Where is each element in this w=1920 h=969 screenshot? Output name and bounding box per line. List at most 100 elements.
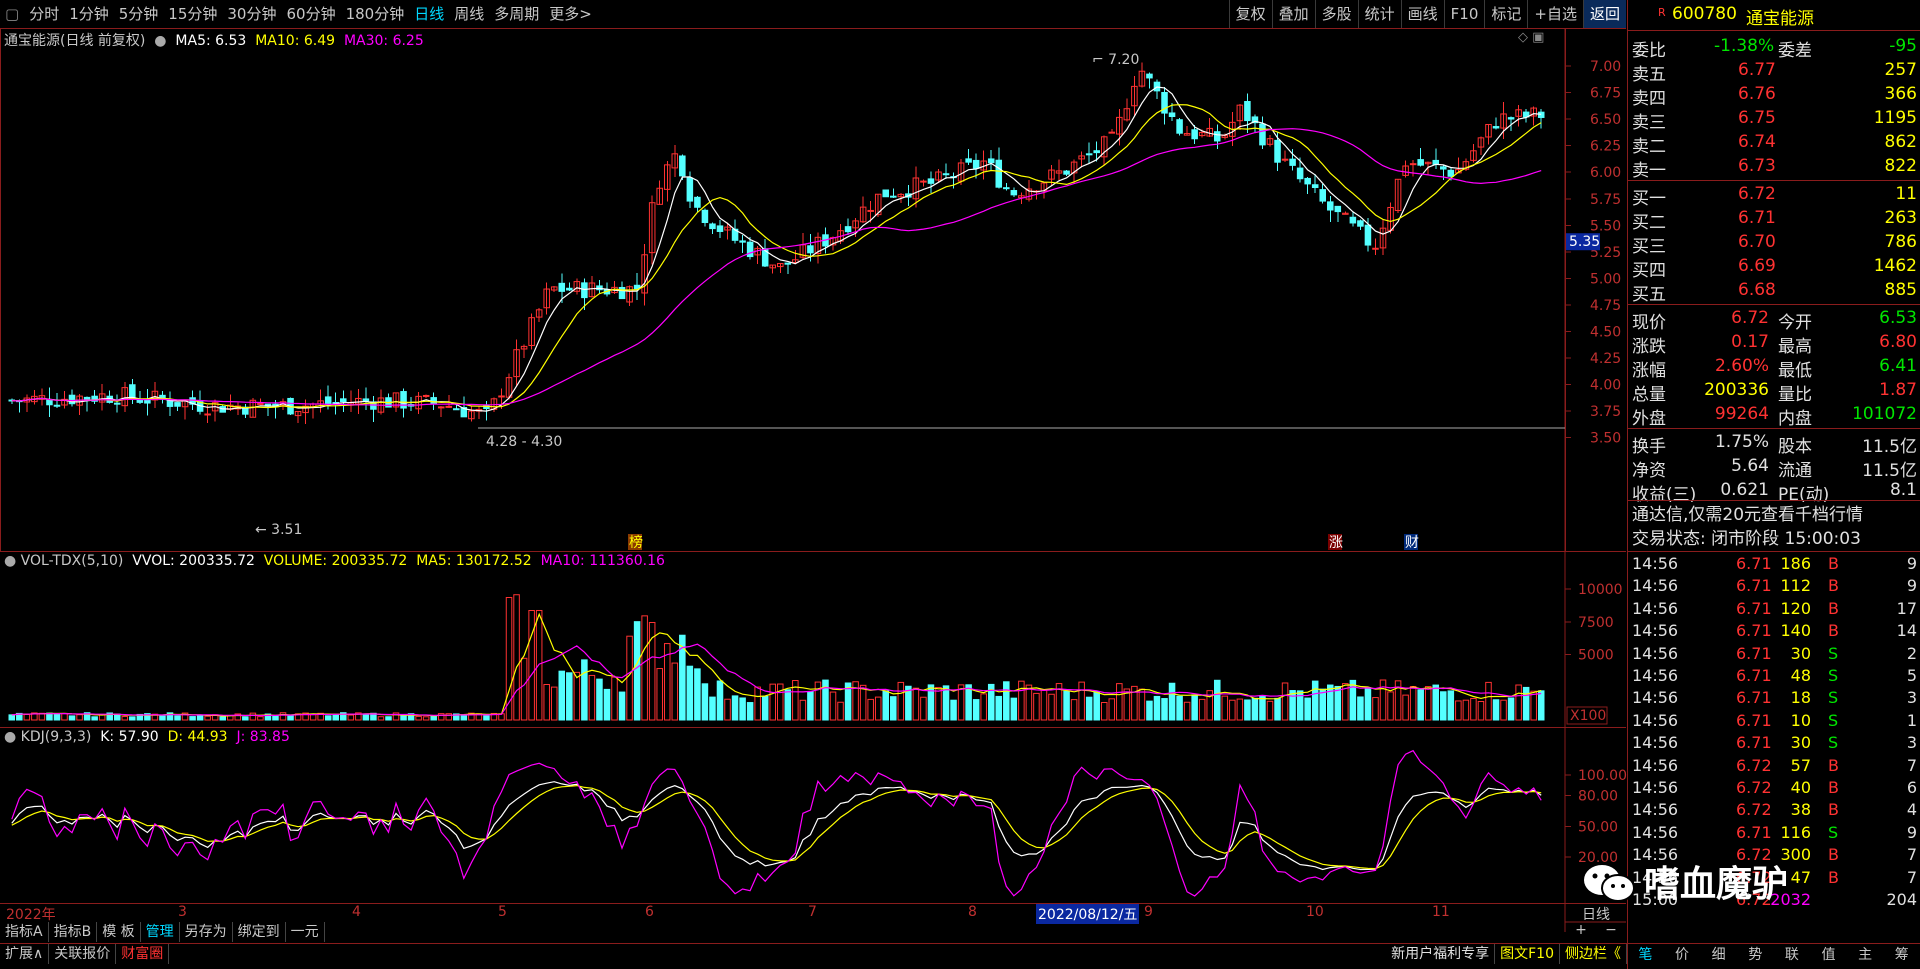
- promo-link[interactable]: 新用户福利专享: [1386, 944, 1496, 964]
- settings-dot-icon[interactable]: ●: [150, 33, 171, 49]
- volume-bar: [219, 716, 226, 721]
- quote-panel: R 600780 通宝能源 委比 -1.38% 委差 -95 卖五 6.77 257…: [1627, 0, 1920, 969]
- volume-bar: [694, 668, 701, 721]
- volume-bar: [1515, 684, 1522, 721]
- indicator-tab-1[interactable]: 指标B: [49, 922, 98, 942]
- tick-direction: B: [1828, 576, 1839, 596]
- bottom-tab-2[interactable]: 财富圈: [116, 944, 170, 964]
- vol-unit: X100: [1570, 708, 1606, 724]
- indicator-tab-2[interactable]: 模 板: [97, 922, 141, 942]
- sell-volume: 1195: [1873, 108, 1917, 128]
- tool-button-1[interactable]: 叠加: [1271, 0, 1315, 28]
- tick-row: 14:56 6.72 57 B 7: [1628, 756, 1920, 778]
- tick-count: 3: [1906, 688, 1917, 708]
- tool-button-8[interactable]: 返回: [1582, 0, 1626, 28]
- stat-value: 11.5亿: [1862, 461, 1917, 481]
- tick-volume: 47: [1790, 867, 1811, 887]
- price-axis-tick: 5.75: [1590, 192, 1621, 208]
- toggle-panel-icon[interactable]: ▢: [0, 0, 24, 28]
- tool-button-4[interactable]: 画线: [1400, 0, 1444, 28]
- diamond-icon[interactable]: ◇: [1518, 30, 1528, 45]
- stat-value: 6.72: [1731, 308, 1769, 328]
- candle-body: [942, 173, 950, 176]
- date-axis: 2022年 2022/08/12/五 3 4 5 6 7 8 9 10 11: [0, 904, 1565, 924]
- tool-button-5[interactable]: F10: [1443, 0, 1485, 28]
- window-icon[interactable]: ▣: [1532, 30, 1544, 45]
- volume-bar: [1266, 700, 1274, 721]
- candle-body: [890, 195, 897, 198]
- tool-button-6[interactable]: 标记: [1484, 0, 1527, 28]
- tool-button-7[interactable]: +自选: [1527, 0, 1583, 28]
- period-tab-9[interactable]: 多周期: [489, 0, 544, 28]
- volume-bar: [890, 696, 897, 721]
- tick-time: 14:56: [1632, 688, 1679, 708]
- candle-body: [498, 395, 505, 398]
- chart-area[interactable]: ⌐ 7.20 ← 3.51 4.28 - 4.30 榜 涨 财 7.00 6.75 6.50 6…: [0, 28, 1627, 932]
- volume-bar: [1409, 686, 1417, 721]
- buy-price: 6.69: [1738, 256, 1776, 276]
- sell-volume: 822: [1884, 156, 1917, 176]
- tool-button-2[interactable]: 多股: [1314, 0, 1358, 28]
- indicator-tab-4[interactable]: 另存为: [180, 922, 233, 942]
- tool-button-3[interactable]: 统计: [1357, 0, 1401, 28]
- settings-dot-icon[interactable]: ●: [4, 729, 16, 745]
- price-cursor-value: 5.35: [1569, 234, 1600, 250]
- tick-count: 17: [1896, 598, 1917, 618]
- indicator-tab-5[interactable]: 绑定到: [233, 922, 286, 942]
- kdj-d-value: D: 44.93: [167, 729, 228, 745]
- volume-bar: [1424, 686, 1432, 721]
- bottom-tab-0[interactable]: 扩展∧: [0, 944, 50, 964]
- period-tab-2[interactable]: 5分钟: [114, 0, 164, 28]
- indicator-tab-0[interactable]: 指标A: [0, 922, 49, 942]
- tick-price: 6.71: [1736, 688, 1772, 708]
- volume-bar: [1387, 691, 1394, 721]
- period-tab-1[interactable]: 1分钟: [64, 0, 114, 28]
- price-axis-tick: 6.25: [1590, 139, 1621, 155]
- period-tab-0[interactable]: 分时: [24, 0, 64, 28]
- buy-volume: 885: [1884, 280, 1917, 300]
- volume-bar: [822, 679, 829, 721]
- candle-body: [1507, 117, 1515, 120]
- zoom-out-button[interactable]: −: [1605, 922, 1617, 942]
- period-tab-6[interactable]: 180分钟: [341, 0, 410, 28]
- tool-button-0[interactable]: 复权: [1228, 0, 1272, 28]
- sidebar-toggle[interactable]: 侧边栏《: [1560, 944, 1627, 964]
- buy-volume: 786: [1884, 232, 1917, 252]
- buy-volume: 263: [1884, 208, 1917, 228]
- candle-body: [68, 394, 76, 405]
- volume-bar: [1236, 698, 1244, 721]
- stock-name: 通宝能源: [1746, 9, 1814, 29]
- tick-row: 14:56 6.71 112 B 9: [1628, 576, 1920, 598]
- period-tab-7[interactable]: 日线: [409, 0, 449, 28]
- indicator-tab-3[interactable]: 管理: [141, 922, 180, 942]
- volume-bar: [91, 716, 98, 721]
- volume-bar: [1477, 701, 1485, 721]
- stat-row: 现价 6.72 今开 6.53: [1628, 308, 1920, 333]
- tick-price: 6.72: [1736, 755, 1772, 775]
- candle-body: [844, 226, 852, 233]
- period-tab-10[interactable]: 更多>: [544, 0, 597, 28]
- f10-link[interactable]: 图文F10: [1495, 944, 1560, 964]
- settings-dot-icon[interactable]: ●: [4, 553, 16, 569]
- candle-body: [882, 189, 890, 198]
- candle-body: [113, 402, 121, 405]
- volume-bar: [347, 714, 355, 721]
- zoom-in-button[interactable]: +: [1575, 922, 1587, 942]
- period-tab-5[interactable]: 60分钟: [281, 0, 340, 28]
- volume-bar: [1251, 697, 1259, 721]
- indicator-tab-6[interactable]: 一元: [286, 922, 325, 942]
- notice-row[interactable]: 通达信,仅需20元查看千档行情: [1628, 500, 1920, 525]
- volume-bar: [377, 716, 385, 721]
- kdj-k-line: [11, 781, 1542, 871]
- period-tab-3[interactable]: 15分钟: [163, 0, 222, 28]
- period-tab-8[interactable]: 周线: [449, 0, 489, 28]
- period-tab-4[interactable]: 30分钟: [222, 0, 281, 28]
- buy-level-label: 买四: [1632, 261, 1666, 281]
- volume-bar: [626, 635, 633, 721]
- tick-row: 14:56 6.71 10 S 1: [1628, 711, 1920, 733]
- candle-body: [129, 384, 136, 399]
- level2-notice[interactable]: 通达信,仅需20元查看千档行情: [1632, 500, 1863, 525]
- price-axis-tick: 6.75: [1590, 86, 1621, 102]
- bottom-tab-1[interactable]: 关联报价: [49, 944, 117, 964]
- volume-bar: [769, 683, 777, 721]
